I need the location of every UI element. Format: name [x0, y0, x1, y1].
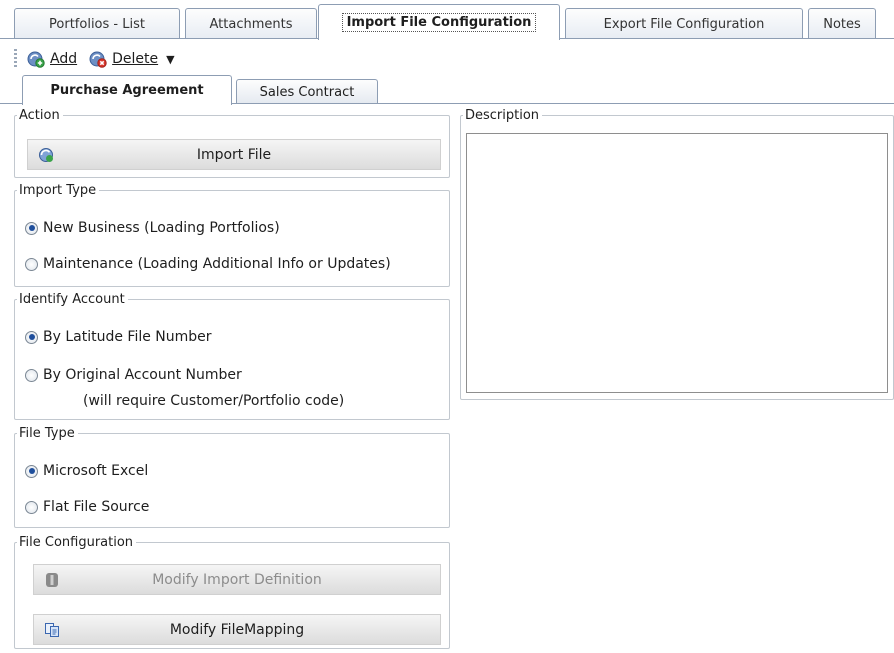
radio-button[interactable]: [25, 257, 38, 271]
add-label: Add: [50, 51, 78, 67]
original-account-note: (will require Customer/Portfolio code): [83, 393, 345, 409]
chevron-down-icon[interactable]: ▼: [166, 53, 174, 66]
radio-label: Microsoft Excel: [43, 463, 149, 479]
top-tab-strip: Portfolios - List Attachments Import Fil…: [0, 0, 894, 40]
tab-label: Sales Contract: [259, 84, 355, 100]
radio-button[interactable]: [25, 330, 38, 344]
file-type-group: File Type Microsoft Excel Flat File Sour…: [14, 426, 450, 528]
modify-file-mapping-button[interactable]: Modify FileMapping: [33, 614, 441, 645]
modify-import-definition-label: Modify Import Definition: [152, 571, 322, 588]
identify-account-group: Identify Account By Latitude File Number…: [14, 292, 450, 420]
import-file-button[interactable]: Import File: [27, 139, 441, 170]
delete-button[interactable]: Delete: [89, 50, 158, 68]
toolbar-grip[interactable]: [14, 49, 17, 69]
tab-label: Notes: [823, 16, 861, 32]
toolbar: Add Delete ▼: [0, 44, 894, 74]
modify-import-definition-button[interactable]: Modify Import Definition: [33, 564, 441, 595]
tab-label: Purchase Agreement: [50, 83, 204, 98]
file-mapping-icon: [45, 623, 59, 637]
radio-label: By Latitude File Number: [43, 329, 212, 345]
add-icon: [27, 51, 45, 68]
radio-new-business[interactable]: New Business (Loading Portfolios): [25, 220, 280, 236]
radio-label: Maintenance (Loading Additional Info or …: [43, 256, 391, 272]
radio-button[interactable]: [25, 221, 38, 235]
definition-icon: [46, 573, 58, 587]
import-file-label: Import File: [196, 146, 272, 163]
radio-maintenance[interactable]: Maintenance (Loading Additional Info or …: [25, 256, 391, 272]
radio-original-account-number[interactable]: By Original Account Number: [25, 367, 242, 383]
import-icon: [39, 148, 53, 162]
tab-portfolios-list[interactable]: Portfolios - List: [14, 8, 180, 39]
delete-label: Delete: [112, 51, 159, 67]
tab-sales-contract[interactable]: Sales Contract: [236, 79, 378, 104]
radio-button[interactable]: [25, 464, 38, 478]
tab-notes[interactable]: Notes: [808, 8, 876, 39]
sub-tab-strip: Purchase Agreement Sales Contract: [0, 75, 894, 105]
file-configuration-group: File Configuration Modify Import Definit…: [14, 535, 450, 649]
modify-file-mapping-label: Modify FileMapping: [169, 621, 305, 638]
radio-flat-file-source[interactable]: Flat File Source: [25, 499, 149, 515]
tab-label: Export File Configuration: [603, 16, 765, 32]
description-textarea[interactable]: [466, 133, 888, 393]
tab-label: Attachments: [209, 16, 293, 32]
import-type-group: Import Type New Business (Loading Portfo…: [14, 183, 450, 287]
radio-microsoft-excel[interactable]: Microsoft Excel: [25, 463, 148, 479]
add-button[interactable]: Add: [27, 50, 77, 68]
radio-label: Flat File Source: [43, 499, 150, 515]
tab-label: Import File Configuration: [341, 13, 537, 32]
radio-button[interactable]: [25, 500, 38, 514]
tab-export-file-configuration[interactable]: Export File Configuration: [565, 8, 803, 39]
group-label: File Type: [19, 426, 75, 441]
group-label: Description: [465, 108, 540, 123]
group-label: Identify Account: [19, 292, 125, 307]
radio-latitude-file-number[interactable]: By Latitude File Number: [25, 329, 212, 345]
delete-icon: [89, 51, 107, 68]
tab-import-file-configuration[interactable]: Import File Configuration: [318, 4, 560, 40]
group-label: Import Type: [19, 183, 97, 198]
group-label: Action: [19, 108, 60, 123]
radio-button[interactable]: [25, 368, 38, 382]
radio-label: New Business (Loading Portfolios): [43, 220, 280, 236]
group-label: File Configuration: [19, 535, 134, 550]
action-group: Action Import File: [14, 108, 450, 178]
radio-label: By Original Account Number: [43, 367, 242, 383]
tab-attachments[interactable]: Attachments: [185, 8, 317, 39]
tab-purchase-agreement[interactable]: Purchase Agreement: [22, 75, 232, 105]
tab-label: Portfolios - List: [49, 16, 145, 32]
